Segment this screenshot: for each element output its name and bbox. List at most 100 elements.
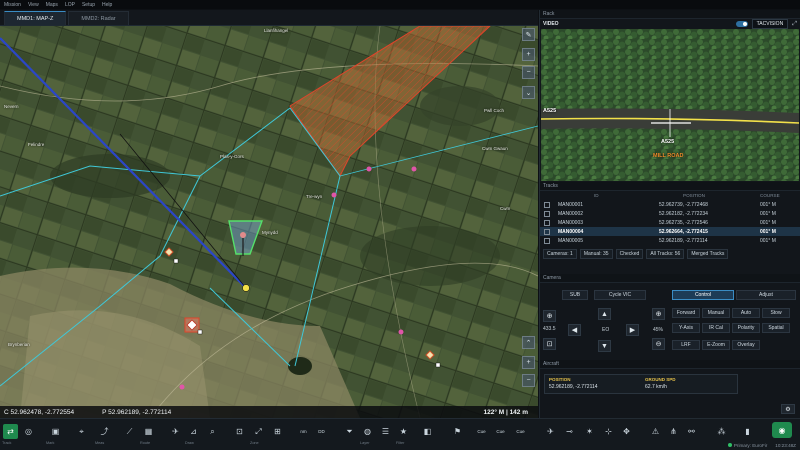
flag-icon[interactable]: ⚑ <box>450 424 465 439</box>
cluster-icon[interactable]: ⁂ <box>714 424 729 439</box>
chevron-down-icon[interactable]: ⌄ <box>522 86 535 99</box>
road-label-left: A525 <box>543 108 557 114</box>
plane-icon[interactable]: ✈ <box>543 424 558 439</box>
status-ok-icon[interactable]: ◉ <box>772 422 792 438</box>
cue-button[interactable]: Cue <box>474 424 489 439</box>
zoom-in-icon[interactable]: + <box>522 356 535 369</box>
filter-manual[interactable]: Manual: 35 <box>579 249 613 259</box>
mode-manual[interactable]: Manual <box>702 308 730 318</box>
track-checkbox[interactable] <box>544 237 550 244</box>
zoom-fit-icon[interactable]: ⊕ <box>543 310 556 322</box>
screen-icon[interactable]: ▣ <box>48 424 63 439</box>
arrow-right-icon[interactable]: ▶ <box>626 324 639 336</box>
mode-overlay[interactable]: Overlay <box>732 340 760 350</box>
filter-merged-tracks[interactable]: Merged Tracks <box>687 249 729 259</box>
arrow-left-icon[interactable]: ◀ <box>568 324 581 336</box>
track-checkbox[interactable] <box>544 201 550 208</box>
layers-icon[interactable]: ☰ <box>378 424 393 439</box>
filter-icon[interactable]: ⏷ <box>342 424 357 439</box>
grid-icon[interactable]: ▦ <box>141 424 156 439</box>
zoom-out-icon[interactable]: ⊖ <box>652 338 665 350</box>
mode-stow[interactable]: Stow <box>762 308 790 318</box>
move-icon[interactable]: ✥ <box>619 424 634 439</box>
path-icon[interactable]: ⤴ <box>97 424 112 439</box>
arrow-up-icon[interactable]: ▲ <box>598 308 611 320</box>
signal-icon[interactable]: ▮ <box>740 424 755 439</box>
alert-icon[interactable]: ⚠ <box>648 424 663 439</box>
ruler-icon[interactable]: ⊿ <box>186 424 201 439</box>
col-position[interactable]: POSITION <box>659 193 760 198</box>
zoom-in-icon[interactable]: ⊕ <box>652 308 665 320</box>
aircraft-panel: Aircraft POSITION 52.962189, -2.772114 G… <box>539 360 800 418</box>
track-checkbox[interactable] <box>544 210 550 217</box>
track-checkbox[interactable] <box>544 219 550 226</box>
units-nm-button[interactable]: nm <box>296 424 311 439</box>
gear-icon[interactable]: ⚙ <box>781 404 795 414</box>
globe-icon[interactable]: ◍ <box>360 424 375 439</box>
mode-lrf[interactable]: LRF <box>672 340 700 350</box>
magnify-icon[interactable]: ⌕ <box>205 424 220 439</box>
waypoint-icon[interactable]: ⌖ <box>74 424 89 439</box>
cube-icon[interactable]: ◧ <box>420 424 435 439</box>
menu-view[interactable]: View <box>28 2 39 8</box>
sub-button[interactable]: SUB <box>562 290 588 300</box>
target-icon[interactable]: ◎ <box>21 424 36 439</box>
table-row-selected[interactable]: MAN00004 52.962664, -2.772415 001° M <box>540 227 800 236</box>
mode-ir-cal[interactable]: IR Cal <box>702 323 730 333</box>
pin-icon[interactable]: ✈ <box>168 424 183 439</box>
zoom-out-icon[interactable]: − <box>522 66 535 79</box>
control-tab[interactable]: Control <box>672 290 734 300</box>
filter-checked[interactable]: Checked <box>615 249 644 259</box>
expand-icon[interactable]: ⤢ <box>792 21 797 28</box>
table-row[interactable]: MAN00001 52.962739, -2.772468 001° M <box>540 200 800 209</box>
col-id[interactable]: ID <box>558 193 659 198</box>
network-icon[interactable]: ⋔ <box>666 424 681 439</box>
table-row[interactable]: MAN00002 52.962182, -2.772234 001° M <box>540 209 800 218</box>
mode-forward[interactable]: Forward <box>672 308 700 318</box>
zoom-in-icon[interactable]: + <box>522 48 535 61</box>
expand-icon[interactable]: ⤢ <box>251 424 266 439</box>
frame-icon[interactable]: ⊡ <box>232 424 247 439</box>
crop-icon[interactable]: ⊞ <box>270 424 285 439</box>
link-icon[interactable]: ⚯ <box>684 424 699 439</box>
crosshair-icon[interactable]: ⊹ <box>601 424 616 439</box>
tactical-map[interactable]: Nevern Felindre Plas-y-Gors Tre-wyn Pwll… <box>0 26 538 418</box>
mode-y-axis[interactable]: Y-Axis <box>672 323 700 333</box>
chevron-up-icon[interactable]: ⌃ <box>522 336 535 349</box>
menu-mission[interactable]: Mission <box>4 2 21 8</box>
menu-help[interactable]: Help <box>102 2 112 8</box>
table-row[interactable]: MAN00003 52.962735, -2.772546 001° M <box>540 218 800 227</box>
filter-all-tracks[interactable]: All Tracks: 56 <box>646 249 685 259</box>
mode-auto[interactable]: Auto <box>732 308 760 318</box>
video-feed[interactable]: A525 A525 MILL ROAD <box>541 29 799 181</box>
pencil-icon[interactable]: ✎ <box>522 28 535 41</box>
mode-polarity[interactable]: Polarity <box>732 323 760 333</box>
units-dd-button[interactable]: DD <box>314 424 329 439</box>
filter-cameras[interactable]: Cameras: 1 <box>543 249 577 259</box>
video-label: VIDEO <box>543 21 559 27</box>
cycle-vic-button[interactable]: Cycle VIC <box>594 290 646 300</box>
cue-button[interactable]: Cue <box>513 424 528 439</box>
menu-lop[interactable]: LOP <box>65 2 75 8</box>
tab-map-z[interactable]: MMD1: MAP-Z <box>4 11 67 25</box>
star-icon[interactable]: ★ <box>396 424 411 439</box>
menu-maps[interactable]: Maps <box>46 2 58 8</box>
arrow-down-icon[interactable]: ▼ <box>598 340 611 352</box>
measure-icon[interactable]: ⟋ <box>122 424 137 439</box>
tab-radar[interactable]: MMD2: Radar <box>68 11 129 25</box>
menu-setup[interactable]: Setup <box>82 2 95 8</box>
adjust-tab[interactable]: Adjust <box>736 290 796 300</box>
mode-e-zoom[interactable]: E-Zoom <box>702 340 730 350</box>
star-icon[interactable]: ✶ <box>582 424 597 439</box>
table-row[interactable]: MAN00005 52.962189, -2.772114 001° M <box>540 236 800 245</box>
sensor-icon[interactable]: ⊸ <box>562 424 577 439</box>
zoom-out-icon[interactable]: − <box>522 374 535 387</box>
cue-button[interactable]: Cue <box>493 424 508 439</box>
mode-spatial[interactable]: Spatial <box>762 323 790 333</box>
route-tool-icon[interactable]: ⇄ <box>3 424 18 439</box>
col-course[interactable]: COURSE <box>760 193 800 198</box>
track-checkbox[interactable] <box>544 228 550 235</box>
video-source-select[interactable]: TACVISION <box>751 19 789 29</box>
video-toggle[interactable] <box>735 21 748 27</box>
zoom-reset-icon[interactable]: ⊡ <box>543 338 556 350</box>
